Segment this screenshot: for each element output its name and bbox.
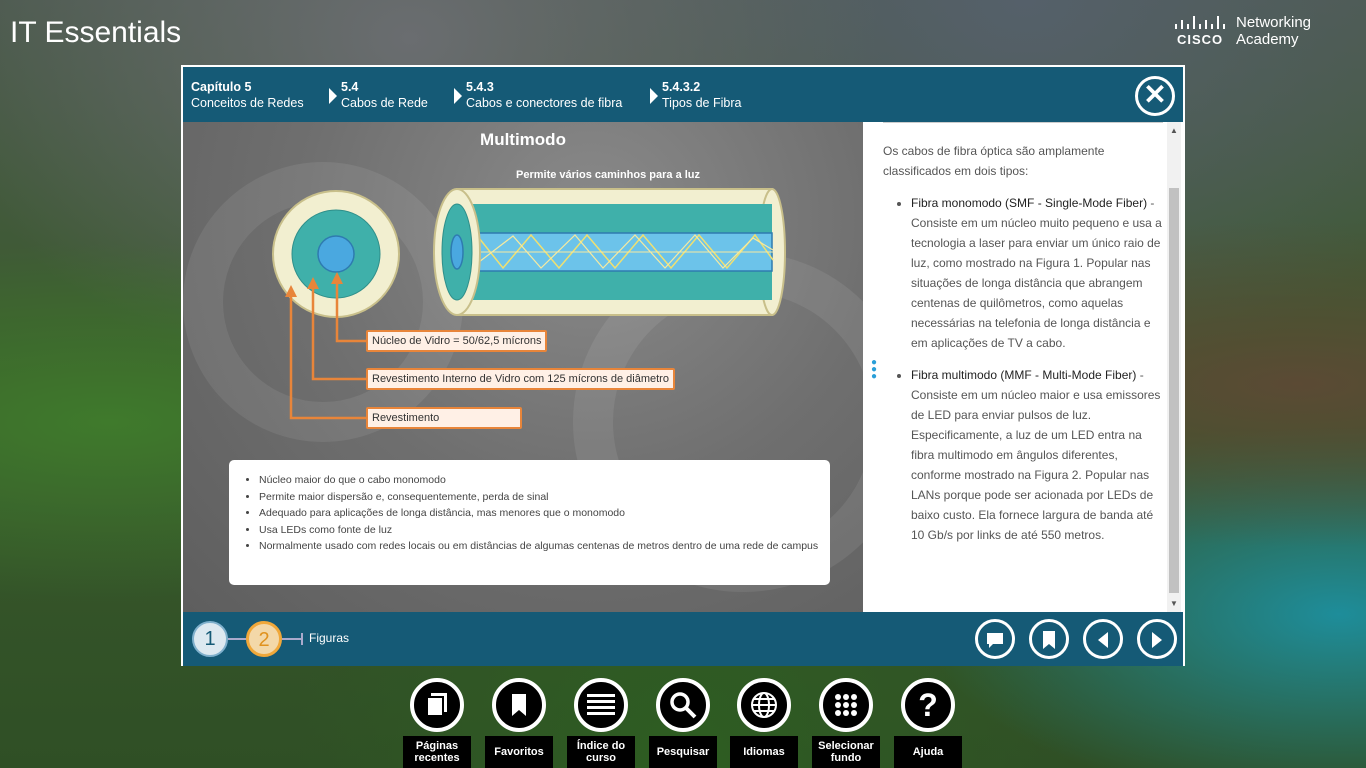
grid-icon [819, 678, 873, 732]
crumb-num: 5.4.3 [466, 80, 494, 94]
fiber-cylinder [433, 188, 786, 316]
logo-text: Networking Academy [1236, 14, 1311, 48]
search-icon [656, 678, 710, 732]
dock-select-background[interactable]: Selecionar fundo [812, 678, 880, 768]
arrow-left-icon [1098, 632, 1108, 648]
list-item: Fibra monomodo (SMF - Single-Mode Fiber)… [911, 193, 1163, 353]
help-icon: ? [901, 678, 955, 732]
resize-handle[interactable]: ● ● ● [871, 358, 877, 382]
content-window: Capítulo 5 Conceitos de Redes 5.4 Cabos … [181, 65, 1185, 666]
list-item: Permite maior dispersão e, consequenteme… [259, 489, 822, 506]
pager-line-end [301, 633, 303, 645]
crumb-num: Capítulo 5 [191, 80, 252, 94]
breadcrumb-item-chapter[interactable]: Capítulo 5 Conceitos de Redes [191, 79, 304, 111]
logo-line2: Academy [1236, 31, 1299, 48]
chevron-right-icon [454, 88, 462, 104]
cisco-logo: CISCO Networking Academy [1174, 14, 1344, 50]
list-item: Normalmente usado com redes locais ou em… [259, 538, 822, 555]
figures-label: Figuras [309, 631, 350, 645]
text-content: Os cabos de fibra óptica são amplamente … [883, 122, 1163, 557]
chevron-right-icon [329, 88, 337, 104]
list-item: Fibra multimodo (MMF - Multi-Mode Fiber)… [911, 365, 1163, 545]
core-label: Núcleo de Vidro = 50/62,5 mícrons [366, 330, 548, 352]
dock-label: Selecionar fundo [812, 736, 880, 768]
previous-button[interactable] [1083, 619, 1123, 659]
globe-icon [737, 678, 791, 732]
arrow-right-icon [1152, 632, 1162, 648]
pager-line [282, 638, 302, 640]
pages-icon [410, 678, 464, 732]
coating-label: Revestimento [366, 407, 522, 429]
app-title: IT Essentials [10, 16, 182, 49]
logo-brand: CISCO [1177, 32, 1224, 47]
cisco-bars-icon [1175, 16, 1225, 29]
intro-text: Os cabos de fibra óptica são amplamente … [883, 144, 1105, 178]
description: - Consiste em um núcleo maior e usa emis… [911, 368, 1161, 542]
comment-button[interactable] [975, 619, 1015, 659]
crumb-num: 5.4.3.2 [662, 80, 701, 94]
dock-recent-pages[interactable]: Páginas recentes [403, 678, 471, 768]
comment-icon [987, 633, 1003, 648]
breadcrumb-item-topic[interactable]: 5.4.3 Cabos e conectores de fibra [466, 79, 622, 111]
dock-label: Idiomas [730, 736, 798, 768]
dock-label: Páginas recentes [403, 736, 471, 768]
bookmark-icon [492, 678, 546, 732]
crumb-label: Cabos e conectores de fibra [466, 96, 623, 110]
list-icon [574, 678, 628, 732]
dock-label: Pesquisar [649, 736, 717, 768]
dock-favorites[interactable]: Favoritos [485, 678, 553, 768]
list-item: Adequado para aplicações de longa distân… [259, 505, 822, 522]
term: Fibra monomodo (SMF - Single-Mode Fiber) [911, 196, 1148, 210]
page-1-button[interactable]: 1 [192, 621, 228, 657]
dock-label: Ajuda [894, 736, 962, 768]
breadcrumb-item-page[interactable]: 5.4.3.2 Tipos de Fibra [662, 79, 741, 111]
breadcrumb: Capítulo 5 Conceitos de Redes 5.4 Cabos … [183, 67, 1183, 122]
chevron-right-icon [650, 88, 658, 104]
logo-line1: Networking [1236, 14, 1312, 31]
list-item: Usa LEDs como fonte de luz [259, 522, 822, 539]
text-panel: ● ● ● Os cabos de fibra óptica são amplame… [863, 122, 1183, 612]
dock-help[interactable]: ? Ajuda [894, 678, 962, 768]
dock-languages[interactable]: Idiomas [730, 678, 798, 768]
bookmark-button[interactable] [1029, 619, 1069, 659]
crumb-label: Tipos de Fibra [662, 96, 742, 110]
description: - Consiste em um núcleo muito pequeno e … [911, 196, 1162, 350]
figure-info-box: Núcleo maior do que o cabo monomodo Perm… [229, 460, 830, 585]
figure-panel: Multimodo Permite vários caminhos para a… [183, 122, 863, 612]
next-button[interactable] [1137, 619, 1177, 659]
close-icon: ✕ [1143, 79, 1167, 110]
figure-subtitle: Permite vários caminhos para a luz [516, 169, 701, 181]
pager-line [228, 638, 248, 640]
crumb-label: Cabos de Rede [341, 96, 428, 110]
page-2-button[interactable]: 2 [246, 621, 282, 657]
breadcrumb-item-section[interactable]: 5.4 Cabos de Rede [341, 79, 428, 111]
dock-course-index[interactable]: Índice do curso [567, 678, 635, 768]
crumb-num: 5.4 [341, 80, 359, 94]
scroll-up-icon[interactable]: ▲ [1170, 126, 1178, 135]
figure-title: Multimodo [480, 130, 566, 149]
scroll-thumb[interactable] [1169, 188, 1179, 593]
term: Fibra multimodo (MMF - Multi-Mode Fiber) [911, 368, 1137, 382]
close-button[interactable]: ✕ [1135, 76, 1175, 116]
list-item: Núcleo maior do que o cabo monomodo [259, 472, 822, 489]
dock-label: Índice do curso [567, 736, 635, 768]
crumb-label: Conceitos de Redes [191, 96, 304, 110]
cladding-label: Revestimento Interno de Vidro com 125 mí… [366, 368, 675, 390]
bottom-bar: 1 2 Figuras [183, 612, 1183, 666]
dock-search[interactable]: Pesquisar [649, 678, 717, 768]
dock-label: Favoritos [485, 736, 553, 768]
scroll-down-icon[interactable]: ▼ [1170, 599, 1178, 608]
scrollbar[interactable]: ▲ ▼ [1167, 122, 1181, 612]
bookmark-icon [1043, 631, 1055, 649]
